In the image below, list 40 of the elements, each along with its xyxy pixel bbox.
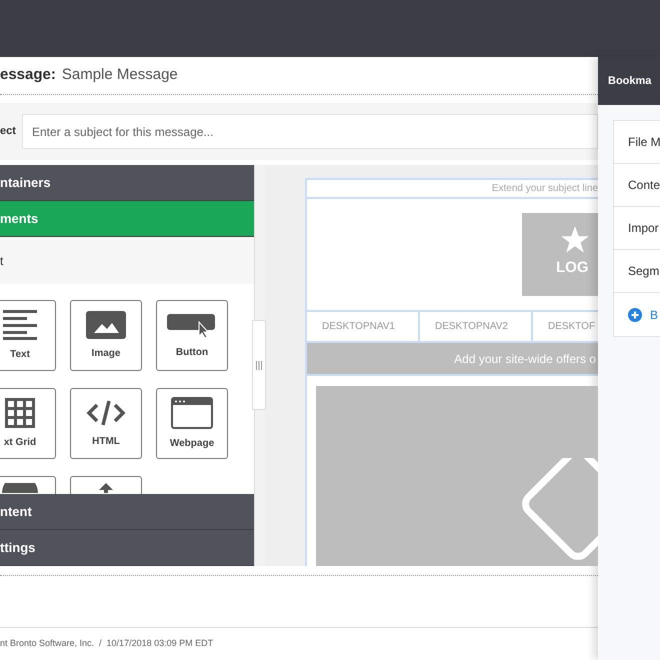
image-icon (86, 310, 126, 338)
code-icon (86, 398, 126, 426)
panel-section-header[interactable]: ntainers (0, 165, 254, 201)
star-icon (560, 225, 590, 255)
logo-text: LOG (556, 258, 588, 278)
subject-field[interactable]: Enter a subject for this message... (22, 114, 598, 149)
add-bookmark-link[interactable]: B (614, 293, 660, 336)
text-lines-icon (3, 310, 37, 340)
resize-handle[interactable] (252, 320, 266, 410)
bookmark-item[interactable]: Segm (614, 250, 660, 293)
plus-circle-icon (628, 308, 642, 322)
tile-label: Image (92, 346, 120, 360)
element-tile[interactable]: xt Grid (0, 388, 56, 459)
panel-section-header[interactable]: ttings (0, 530, 254, 566)
button-cursor-icon (167, 312, 217, 338)
tile-label: HTML (92, 434, 120, 448)
arrow-up-icon (99, 483, 113, 493)
panel-section-header[interactable]: ntent (0, 494, 254, 530)
element-tile[interactable]: Button (156, 300, 228, 371)
page-title: Sample Message (62, 65, 178, 86)
tile-label: xt Grid (4, 436, 36, 450)
offer-text: Add your site-wide offers o (454, 350, 596, 368)
element-tile[interactable]: Webpage (156, 388, 228, 459)
bookmark-item[interactable]: Impor (614, 207, 660, 250)
tile-label: Button (176, 346, 208, 360)
tile-label: Webpage (170, 436, 214, 450)
element-tile[interactable]: Image (70, 300, 142, 371)
element-tile[interactable]: HTML (70, 388, 142, 459)
element-tile[interactable]: Text (0, 300, 56, 371)
browser-window-icon (171, 396, 213, 428)
bookmark-item[interactable]: Conte (614, 164, 660, 207)
preheader-text: Extend your subject line (492, 182, 598, 196)
drawer-title: Bookma (608, 74, 652, 89)
grip-icon (256, 360, 262, 370)
subsection-label: t (0, 252, 4, 270)
bookmark-item[interactable]: File M (614, 121, 660, 164)
tile-label: Text (10, 348, 30, 362)
grid-icon (5, 398, 35, 428)
footer-text: nt Bronto Software, Inc. / 10/17/2018 03:09 PM EDT (0, 637, 214, 650)
page-title-label: essage: (0, 65, 56, 86)
